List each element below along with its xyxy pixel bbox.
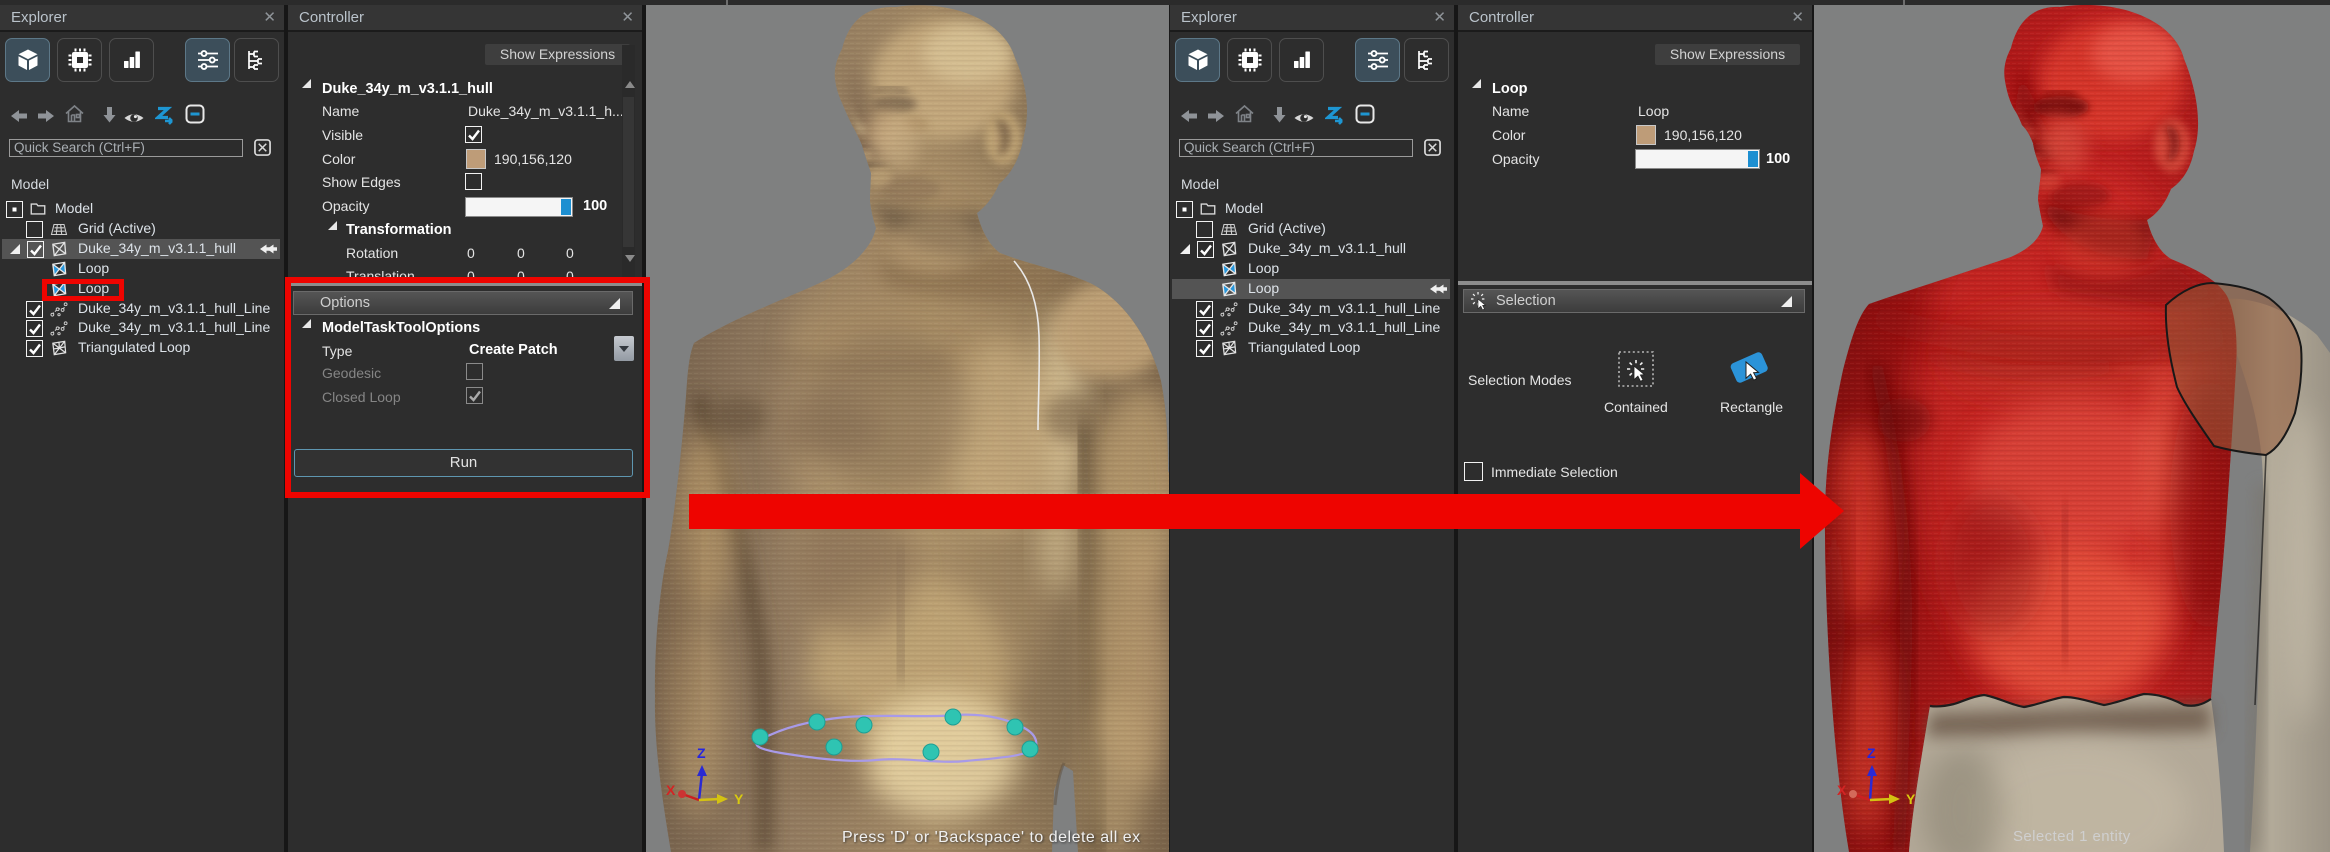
svg-text:Z: Z [697, 745, 706, 761]
svg-text:Z: Z [1867, 745, 1876, 761]
svg-text:X: X [1837, 782, 1847, 798]
svg-text:X: X [666, 782, 676, 798]
svg-text:Y: Y [734, 791, 744, 807]
svg-text:Y: Y [1906, 791, 1916, 807]
